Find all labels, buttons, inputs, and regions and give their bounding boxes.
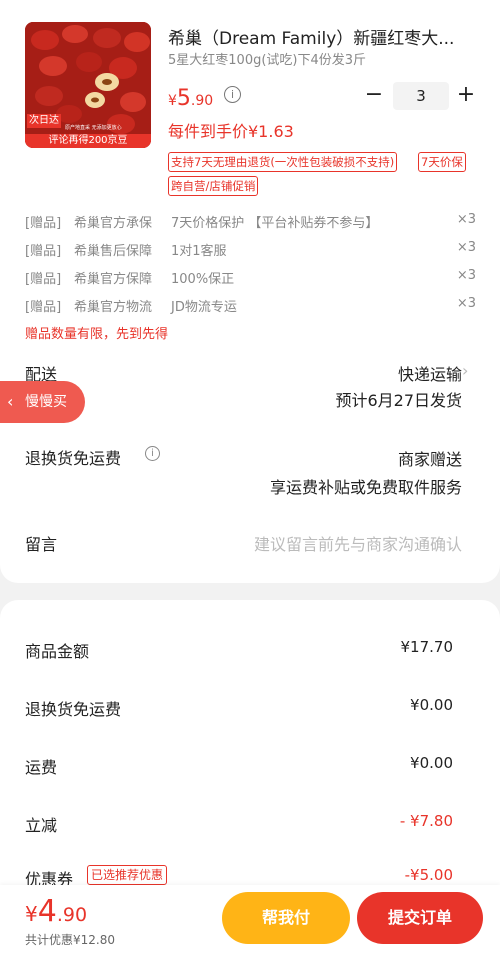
gift-item: [赠品] 希巢官方承保 7天价格保护 【平台补贴券不参与】 ×3 — [25, 212, 476, 231]
chevron-left-icon: ‹ — [7, 392, 14, 411]
return-policy-tag: 支持7天无理由退货(一次性包装破损不支持) — [168, 152, 398, 172]
coupon-value[interactable]: -¥5.00 — [405, 866, 453, 884]
order-card: 次日达 原产地直采 无添加更放心 评论再得200京豆 希巢（Dream Fami… — [0, 0, 500, 583]
gift-item: [赠品] 希巢售后保障 1对1客服 ×3 — [25, 240, 476, 259]
delivery-eta: 预计6月27日发货 — [335, 391, 462, 410]
promo-tag: 跨自营/店铺促销 — [168, 176, 259, 196]
discount-label: 立减 — [25, 816, 58, 835]
return-fee-value: ¥0.00 — [410, 696, 453, 714]
items-amount-label: 商品金额 — [25, 642, 90, 661]
product-title[interactable]: 希巢（Dream Family）新疆红枣大... — [168, 24, 478, 49]
coupon-selected-tag[interactable]: 已选推荐优惠 — [87, 865, 168, 885]
increase-button[interactable]: + — [454, 82, 478, 110]
price-info-icon[interactable]: i — [224, 86, 241, 103]
review-banner: 评论再得200京豆 — [25, 134, 151, 148]
return-shipping-label: 退换货免运费 — [25, 449, 122, 468]
price-protect-tag: 7天价保 — [418, 152, 466, 172]
next-day-badge: 次日达 — [27, 114, 61, 128]
return-shipping-detail: 享运费补贴或免费取件服务 — [269, 478, 462, 497]
product-thumbnail[interactable]: 次日达 原产地直采 无添加更放心 评论再得200京豆 — [25, 22, 151, 148]
quantity-value[interactable]: 3 — [393, 82, 449, 110]
submit-order-button[interactable]: 提交订单 — [357, 892, 483, 944]
gift-item: [赠品] 希巢官方保障 100%保正 ×3 — [25, 268, 476, 287]
quantity-stepper: − 3 + — [362, 82, 477, 110]
shipping-label: 运费 — [25, 758, 58, 777]
decrease-button[interactable]: − — [362, 82, 386, 110]
return-fee-label: 退换货免运费 — [25, 700, 122, 719]
delivery-method[interactable]: 快递运输 — [398, 361, 462, 385]
gift-item: [赠品] 希巢官方物流 JD物流专运 ×3 — [25, 296, 476, 315]
gift-limit-notice: 赠品数量有限，先到先得 — [25, 327, 169, 342]
total-price: ¥4.90 — [25, 894, 88, 929]
info-icon[interactable]: i — [145, 446, 160, 461]
shipping-value: ¥0.00 — [410, 754, 453, 772]
discount-value: - ¥7.80 — [399, 812, 453, 830]
product-price: ¥5.90 — [168, 86, 214, 111]
product-spec[interactable]: 5星大红枣100g(试吃)下4份发3斤 — [168, 49, 366, 68]
chevron-right-icon[interactable]: › — [462, 361, 468, 380]
origin-text: 原产地直采 无添加更放心 — [65, 125, 122, 131]
price-tracker-button[interactable]: ‹ 慢慢买 — [0, 381, 85, 423]
message-input[interactable]: 建议留言前先与商家沟通确认 — [254, 531, 462, 555]
message-label: 留言 — [25, 535, 58, 554]
total-savings: 共计优惠¥12.80 — [25, 933, 115, 947]
help-me-pay-button[interactable]: 帮我付 — [222, 892, 350, 944]
items-amount-value: ¥17.70 — [400, 638, 454, 656]
return-shipping-value: 商家赠送 — [397, 450, 462, 469]
unit-price: 每件到手价¥1.63 — [168, 122, 294, 141]
